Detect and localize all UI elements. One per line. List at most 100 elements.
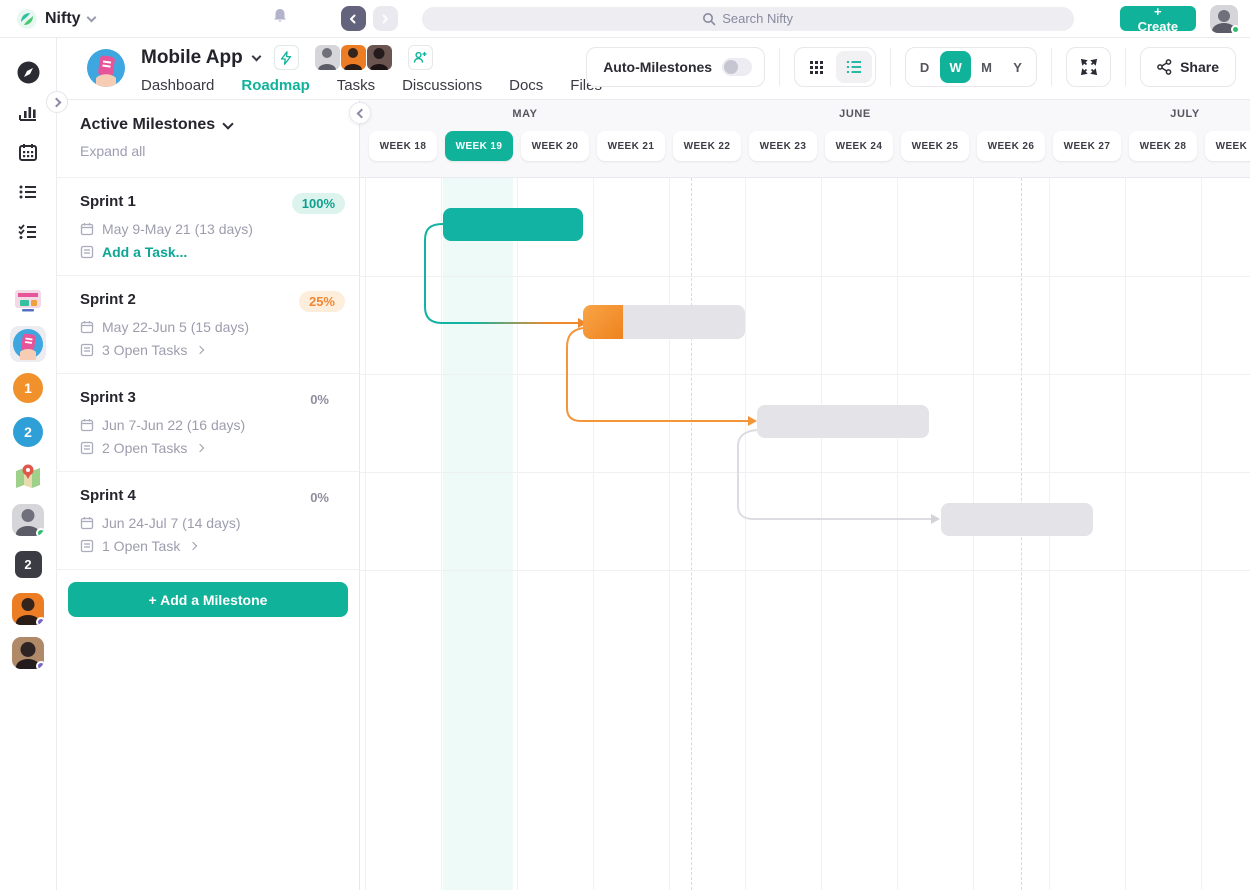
invite-member-icon[interactable] (408, 45, 433, 70)
month-label: JULY (1170, 108, 1200, 120)
search-icon (702, 12, 716, 26)
week-pill[interactable]: WEEK 27 (1053, 131, 1121, 161)
discover-compass-icon[interactable] (0, 52, 56, 92)
calendar-icon (80, 418, 94, 432)
week-pill[interactable]: WEEK 20 (521, 131, 589, 161)
progress-fill (583, 305, 623, 339)
milestones-filter-chevron-icon[interactable] (222, 118, 233, 129)
timescale-year[interactable]: Y (1002, 51, 1033, 83)
milestone-tasks-link[interactable]: 1 Open Task (80, 538, 345, 554)
create-button[interactable]: + Create (1120, 6, 1196, 31)
member-avatar-3[interactable] (12, 637, 44, 669)
tab-tasks[interactable]: Tasks (337, 77, 375, 100)
project-header: Mobile App (57, 38, 1250, 100)
week-pill[interactable]: WEEK 29 (1205, 131, 1250, 161)
layout-switcher (794, 47, 876, 87)
rail-expand-button[interactable] (46, 91, 68, 113)
fullscreen-button[interactable] (1066, 47, 1111, 87)
expand-all-link[interactable]: Expand all (80, 143, 145, 159)
online-status-dot (1231, 25, 1240, 34)
member-avatar (367, 45, 392, 70)
chevron-right-icon (196, 346, 204, 354)
milestone-tasks-link[interactable]: 3 Open Tasks (80, 342, 345, 358)
calendar-icon (80, 222, 94, 236)
gantt-bar-sprint-4[interactable] (941, 503, 1093, 536)
timescale-week[interactable]: W (940, 51, 971, 83)
project-avatar-website[interactable] (10, 282, 46, 318)
timescale-day[interactable]: D (909, 51, 940, 83)
project-tabs: Dashboard Roadmap Tasks Discussions Docs… (141, 74, 648, 102)
nifty-app: Nifty Search Nifty + Create (0, 0, 1250, 890)
tab-docs[interactable]: Docs (509, 77, 543, 100)
add-milestone-button[interactable]: + Add a Milestone (68, 582, 348, 617)
milestone-tasks-link[interactable]: Add a Task... (80, 244, 345, 260)
member-avatar (315, 45, 340, 70)
tab-discussions[interactable]: Discussions (402, 77, 482, 100)
calendar-icon (80, 320, 94, 334)
project-avatar-mobile-app[interactable] (10, 326, 46, 362)
chevron-down-icon (86, 12, 96, 22)
week-pill-active[interactable]: WEEK 19 (445, 131, 513, 161)
share-button[interactable]: Share (1140, 47, 1236, 87)
milestone-row-sprint-3[interactable]: Sprint 3 0% Jun 7-Jun 22 (16 days) 2 Ope… (57, 374, 359, 472)
week-pill[interactable]: WEEK 23 (749, 131, 817, 161)
month-label: MAY (512, 108, 537, 120)
milestone-row-sprint-4[interactable]: Sprint 4 0% Jun 24-Jul 7 (14 days) 1 Ope… (57, 472, 359, 570)
task-list-icon (80, 343, 94, 357)
share-icon (1157, 59, 1172, 75)
search-input[interactable]: Search Nifty (422, 7, 1074, 31)
week-pill[interactable]: WEEK 28 (1129, 131, 1197, 161)
week-pill[interactable]: WEEK 22 (673, 131, 741, 161)
week-pill[interactable]: WEEK 24 (825, 131, 893, 161)
progress-badge: 25% (299, 291, 345, 312)
forward-button[interactable] (373, 6, 398, 31)
project-avatar-map[interactable] (10, 458, 46, 494)
project-members[interactable] (315, 45, 392, 70)
week-pill[interactable]: WEEK 18 (369, 131, 437, 161)
gantt-bar-sprint-1[interactable] (443, 208, 583, 241)
unread-count-badge[interactable]: 2 (15, 551, 42, 578)
member-avatar (341, 45, 366, 70)
week-pill[interactable]: WEEK 21 (597, 131, 665, 161)
history-nav (341, 6, 398, 31)
dates-text: May 9-May 21 (13 days) (102, 221, 253, 237)
brand-name: Nifty (45, 10, 81, 28)
milestone-dates: Jun 24-Jul 7 (14 days) (80, 515, 345, 531)
week-pill[interactable]: WEEK 26 (977, 131, 1045, 161)
milestone-row-sprint-1[interactable]: Sprint 1 100% May 9-May 21 (13 days) Add… (57, 178, 359, 276)
list-view-icon[interactable] (836, 51, 872, 83)
project-badge-2[interactable]: 2 (13, 417, 43, 447)
week-pill[interactable]: WEEK 25 (901, 131, 969, 161)
user-avatar[interactable] (1210, 5, 1238, 33)
gantt-bar-sprint-3[interactable] (757, 405, 929, 438)
automations-bolt-icon[interactable] (274, 45, 299, 70)
project-switcher-chevron-icon[interactable] (251, 51, 261, 61)
milestone-tasks-link[interactable]: 2 Open Tasks (80, 440, 345, 456)
tab-roadmap[interactable]: Roadmap (241, 77, 309, 100)
calendar-icon[interactable] (0, 132, 56, 172)
project-avatar[interactable] (87, 49, 125, 87)
brand[interactable]: Nifty (16, 8, 95, 30)
milestone-row-sprint-2[interactable]: Sprint 2 25% May 22-Jun 5 (15 days) 3 Op… (57, 276, 359, 374)
notifications-bell-icon[interactable] (271, 7, 289, 30)
panel-collapse-button[interactable] (349, 102, 371, 124)
tab-dashboard[interactable]: Dashboard (141, 77, 214, 100)
search-placeholder: Search Nifty (722, 11, 793, 26)
my-work-list-icon[interactable] (0, 172, 56, 212)
chevron-right-icon (196, 444, 204, 452)
project-badge-1[interactable]: 1 (13, 373, 43, 403)
top-bar: Nifty Search Nifty + Create (0, 0, 1250, 38)
member-avatar-1[interactable] (12, 504, 44, 536)
gantt-bar-sprint-2[interactable] (583, 305, 745, 339)
back-button[interactable] (341, 6, 366, 31)
grid-view-icon[interactable] (798, 51, 834, 83)
panel-title[interactable]: Active Milestones (80, 116, 215, 134)
badge-count: 2 (24, 424, 32, 440)
milestones-panel-header: Active Milestones Expand all (57, 100, 359, 178)
away-status-dot (36, 617, 44, 625)
tasks-checklist-icon[interactable] (0, 212, 56, 252)
timescale-month[interactable]: M (971, 51, 1002, 83)
member-avatar-2[interactable] (12, 593, 44, 625)
auto-milestones-toggle[interactable] (722, 58, 752, 76)
task-list-icon (80, 539, 94, 553)
